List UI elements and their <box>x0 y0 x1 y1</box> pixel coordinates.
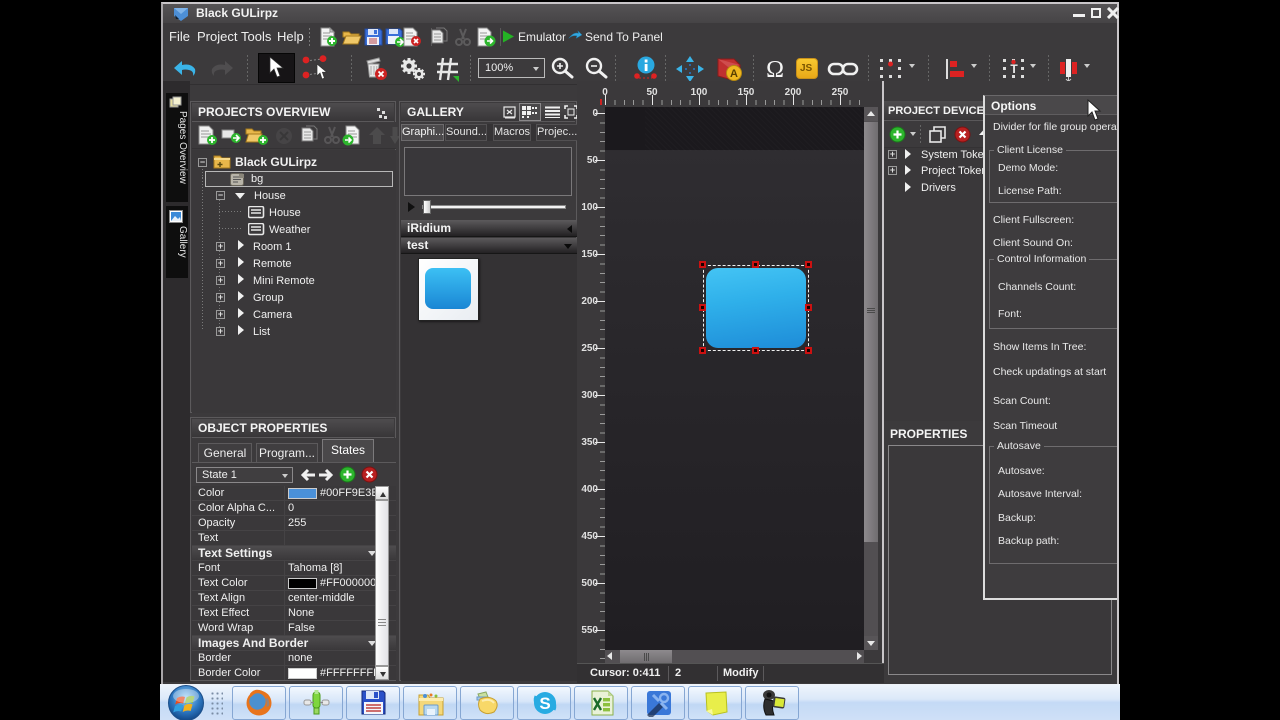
svg-text:Ω: Ω <box>766 57 784 83</box>
svg-text:S: S <box>539 694 550 713</box>
svg-text:A: A <box>730 68 738 80</box>
svg-text:T: T <box>1010 62 1018 76</box>
